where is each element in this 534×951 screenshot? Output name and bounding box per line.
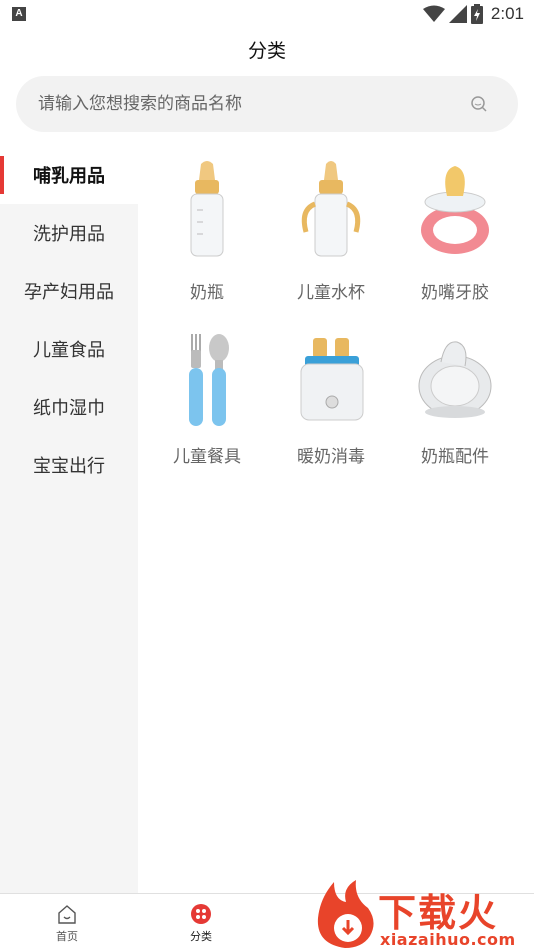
watermark-url: xiazaihuo.com (380, 930, 516, 949)
category-item[interactable]: 奶瓶 (145, 160, 269, 320)
notification-icon: A (12, 7, 26, 21)
category-label: 奶瓶 (190, 283, 224, 303)
category-icon (191, 904, 211, 924)
baby-utensils-icon (189, 334, 229, 426)
flame-logo-icon (317, 880, 374, 948)
category-sidebar: 哺乳用品 洗护用品 孕产妇用品 儿童食品 纸巾湿巾 宝宝出行 (0, 146, 138, 893)
category-item[interactable]: 奶嘴牙胶 (393, 160, 517, 320)
tab-label: 首页 (56, 930, 78, 943)
sidebar-item-label: 孕产妇用品 (24, 282, 114, 303)
search-input[interactable] (38, 76, 458, 132)
sidebar-item-nursing[interactable]: 哺乳用品 (0, 146, 138, 204)
search-icon[interactable] (470, 95, 488, 113)
category-item[interactable]: 暖奶消毒 (269, 332, 393, 492)
status-bar: A 2:01 (0, 0, 534, 28)
tab-home[interactable]: 首页 (0, 894, 134, 951)
category-label: 奶瓶配件 (421, 447, 489, 467)
sidebar-item-label: 儿童食品 (33, 340, 105, 361)
sidebar-item-maternity[interactable]: 孕产妇用品 (0, 262, 138, 320)
status-time: 2:01 (490, 4, 524, 23)
page-title: 分类 (247, 40, 286, 62)
battery-icon (470, 4, 483, 24)
sidebar-item-label: 哺乳用品 (33, 166, 105, 187)
nipple-icon (418, 341, 492, 418)
watermark-logo: 下载火 xiazaihuo.com (312, 878, 534, 950)
sidebar-item-care[interactable]: 洗护用品 (0, 204, 138, 262)
bottle-warmer-icon (300, 338, 364, 421)
sidebar-item-label: 纸巾湿巾 (33, 398, 105, 419)
status-icons: 2:01 (422, 3, 524, 25)
search-bar[interactable] (16, 76, 518, 132)
pacifier-icon (421, 166, 489, 254)
category-label: 奶嘴牙胶 (421, 283, 489, 303)
baby-bottle-icon (190, 161, 224, 257)
category-label: 暖奶消毒 (297, 447, 365, 467)
category-item[interactable]: 奶瓶配件 (393, 332, 517, 492)
wifi-icon (422, 5, 445, 22)
tab-label: 分类 (190, 930, 212, 943)
watermark-text: 下载火 (378, 891, 499, 935)
category-label: 儿童水杯 (297, 283, 365, 303)
sidebar-item-label: 宝宝出行 (33, 456, 105, 477)
category-item[interactable]: 儿童餐具 (145, 332, 269, 492)
category-label: 儿童餐具 (173, 447, 241, 467)
sidebar-item-kids-food[interactable]: 儿童食品 (0, 320, 138, 378)
sidebar-item-tissues[interactable]: 纸巾湿巾 (0, 378, 138, 436)
sidebar-item-travel[interactable]: 宝宝出行 (0, 436, 138, 494)
category-item[interactable]: 儿童水杯 (269, 160, 393, 320)
tab-category[interactable]: 分类 (134, 894, 268, 951)
sidebar-item-label: 洗护用品 (33, 224, 105, 245)
signal-icon (448, 5, 467, 23)
sippy-cup-icon (301, 161, 361, 257)
home-icon (58, 905, 76, 924)
